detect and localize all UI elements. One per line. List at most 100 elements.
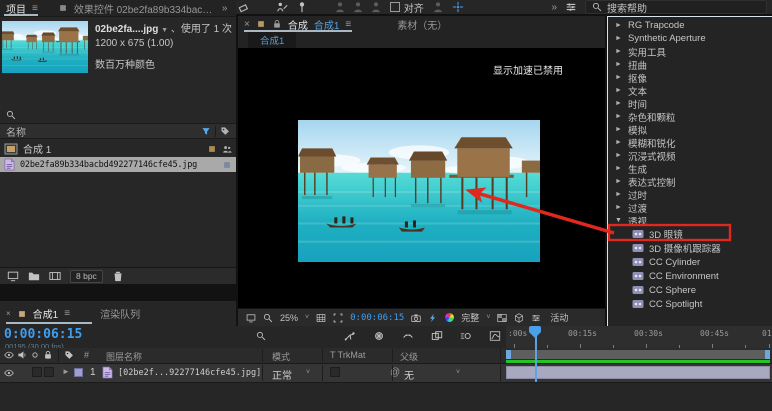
panel-menu-icon[interactable]: ≡ [64,308,70,319]
collapsed-triangle-icon[interactable]: ► [615,165,623,172]
panel-menu-icon[interactable]: ≡ [32,3,38,14]
fx-category[interactable]: ► 模拟 [608,123,772,137]
trash-icon[interactable] [112,270,124,282]
lock-toggle[interactable] [44,367,54,377]
active-camera-select[interactable]: 活动 [550,311,568,324]
solo-icon[interactable] [30,350,40,360]
collapsed-triangle-icon[interactable]: ► [615,22,623,29]
workspace-icon[interactable] [565,1,577,13]
layer-row[interactable]: ► 1 [02be2f...92277146cfe45.jpg] 正常 ˅ @ … [0,364,772,383]
fx-category[interactable]: ► 沉浸式视频 [608,149,772,163]
graph-editor-icon[interactable] [489,330,501,342]
solo-toggle[interactable] [32,367,42,377]
grid-guides-icon[interactable] [316,313,326,323]
parent-select[interactable]: 无 [404,367,414,382]
lock-icon[interactable] [272,19,282,29]
collapsed-triangle-icon[interactable]: ► [615,191,623,198]
chevron-down-icon[interactable]: ˅ [306,369,310,376]
fx-category[interactable]: ► 扭曲 [608,58,772,72]
align-toggle[interactable]: 对齐 [389,0,424,15]
frame-blend-icon[interactable] [431,330,443,342]
fx-category-expanded[interactable]: ▼ 透视 [608,214,772,228]
fx-item[interactable]: CC Sphere [608,283,772,297]
time-ruler[interactable]: :00s 00:15s 00:30s 00:45s 01:00s [506,326,772,349]
mode-column-label[interactable]: 模式 [272,350,290,363]
fx-category[interactable]: ► 表达式控制 [608,175,772,189]
collapsed-triangle-icon[interactable]: ► [615,139,623,146]
chevron-down-icon[interactable]: ▼ [161,27,168,34]
snapping-icon[interactable] [452,1,464,13]
exposure-icon[interactable] [531,313,541,323]
motion-blur-icon[interactable] [460,330,472,342]
fx-category[interactable]: ► 杂色和颗粒 [608,110,772,124]
magnification-icon[interactable] [263,313,273,323]
3d-view-icon[interactable] [514,313,524,323]
audio-icon[interactable] [17,350,27,360]
layer-name[interactable]: [02be2f...92277146cfe45.jpg] [118,368,261,378]
collapsed-triangle-icon[interactable]: ► [615,204,623,211]
chevron-down-icon[interactable]: ˅ [486,314,490,321]
chevron-down-icon[interactable]: ˅ [305,314,309,321]
layer-label-chip[interactable] [74,368,83,377]
viewer-timecode[interactable]: 0:00:06:15 [350,313,404,323]
new-folder-icon[interactable] [28,270,40,282]
puppet-pin-tool-icon[interactable] [296,1,308,13]
expand-arrow-icon[interactable]: ► [62,367,70,376]
blend-mode-select[interactable]: 正常 [272,367,292,382]
footage-thumbnail[interactable] [2,21,88,73]
transparency-grid-icon[interactable] [497,313,507,323]
resolution-select[interactable]: 完整 [461,311,479,324]
fx-item[interactable]: CC Cylinder [608,255,772,269]
eye-icon[interactable] [4,368,14,378]
fx-category[interactable]: ► 抠像 [608,71,772,85]
fx-category[interactable]: ► Synthetic Aperture [608,32,772,45]
work-area-bar[interactable] [506,350,770,359]
eye-icon[interactable] [4,350,14,360]
collapsed-triangle-icon[interactable]: ► [615,87,623,94]
fx-item[interactable]: CC Environment [608,269,772,283]
draft-3d-icon[interactable] [373,330,385,342]
project-search[interactable] [0,106,236,124]
trkmat-column-label[interactable]: T TrkMat [330,350,365,360]
label-color-icon[interactable] [207,144,217,154]
fx-item[interactable]: 3D 摄像机跟踪器 [608,241,772,255]
shy-layers-icon[interactable] [402,330,414,342]
collapsed-triangle-icon[interactable]: ► [615,61,623,68]
fx-category[interactable]: ► 文本 [608,84,772,98]
always-preview-icon[interactable] [246,313,256,323]
collapsed-triangle-icon[interactable]: ► [615,48,623,55]
region-of-interest-icon[interactable] [333,313,343,323]
close-icon[interactable]: × [244,19,250,30]
close-icon[interactable]: × [6,309,11,318]
align-checkbox[interactable] [389,2,400,12]
snapshot-camera-icon[interactable] [411,313,421,323]
zoom-level[interactable]: 25% [280,313,298,323]
new-composition-icon[interactable] [49,270,61,282]
collapsed-triangle-icon[interactable]: ► [615,100,623,107]
viewer-stage[interactable]: 显示加速已禁用 [238,48,605,308]
current-timecode[interactable]: 0:00:06:15 [4,327,82,342]
interpret-footage-icon[interactable] [7,270,19,282]
collapsed-triangle-icon[interactable]: ► [615,113,623,120]
tab-overflow-icon[interactable]: » [222,3,228,14]
collapsed-triangle-icon[interactable]: ► [615,126,623,133]
playhead-handle[interactable] [529,326,541,344]
tab-timeline-comp[interactable]: 合成1 [33,306,59,321]
bit-depth-button[interactable]: 8 bpc [70,269,103,283]
trkmat-toggle[interactable] [330,367,340,377]
timeline-search-icon[interactable] [256,331,266,341]
filter-funnel-icon[interactable] [201,126,211,136]
fast-preview-icon[interactable] [428,313,438,323]
fx-category[interactable]: ► 过渡 [608,201,772,215]
label-tag-icon[interactable] [64,350,74,360]
tab-effect-controls[interactable]: 效果控件 02be2fa89b334bacbd4 [74,1,216,16]
help-search-input[interactable]: 搜索帮助 [585,0,767,15]
layer-name-column-label[interactable]: 图层名称 [106,350,142,363]
collapsed-triangle-icon[interactable]: ► [615,35,623,42]
tab-render-queue[interactable]: 渲染队列 [100,306,140,321]
collapsed-triangle-icon[interactable]: ► [615,152,623,159]
fx-item-3d-glasses[interactable]: 3D 眼镜 [608,227,772,241]
eraser-tool-icon[interactable] [238,1,250,13]
label-color-icon[interactable] [222,160,232,170]
roto-brush-tool-icon[interactable] [276,1,288,13]
